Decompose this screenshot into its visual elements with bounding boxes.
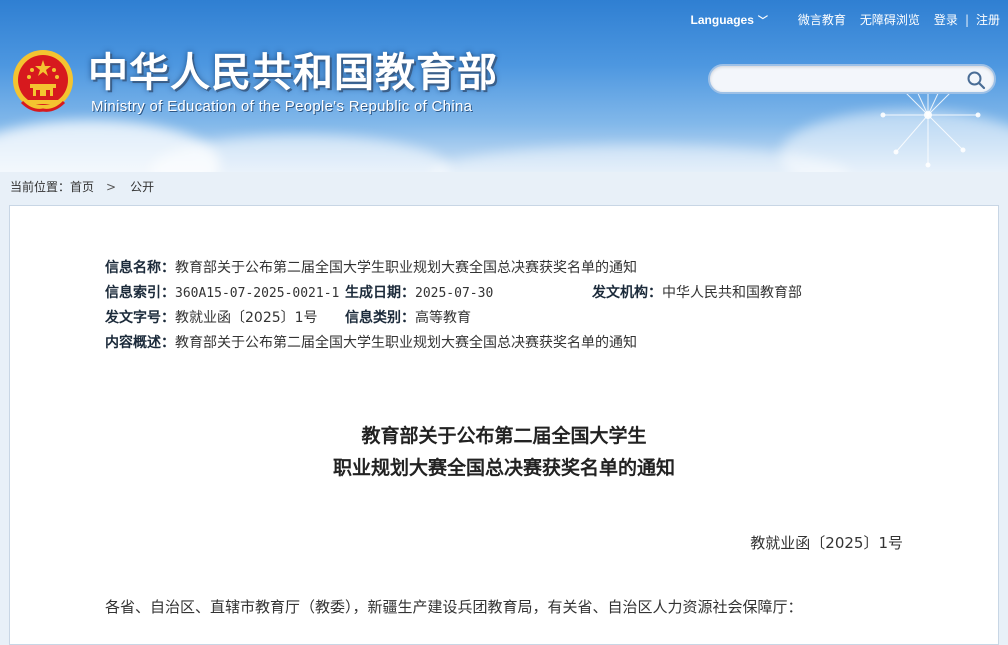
login-link[interactable]: 登录	[934, 11, 958, 28]
top-links-bar: Languages ﹀ 微言教育 无障碍浏览 登录 | 注册	[691, 11, 1000, 28]
meta-index-value: 360A15-07-2025-0021-1	[175, 286, 340, 301]
meta-issuer-value: 中华人民共和国教育部	[662, 285, 802, 301]
wechat-link[interactable]: 微言教育	[798, 11, 846, 28]
meta-name-label: 信息名称：	[105, 260, 175, 276]
document-title-line1: 教育部关于公布第二届全国大学生	[361, 425, 647, 447]
breadcrumb-current[interactable]: 公开	[130, 178, 154, 195]
search-input[interactable]	[722, 70, 966, 92]
site-subtitle: Ministry of Education of the People's Re…	[91, 98, 473, 115]
meta-date-label: 生成日期：	[345, 285, 415, 301]
meta-index-label: 信息索引：	[105, 285, 175, 301]
meta-issuer-label: 发文机构：	[592, 285, 662, 301]
meta-category-label: 信息类别：	[345, 310, 415, 326]
languages-dropdown[interactable]: Languages ﹀	[690, 12, 768, 28]
document-number: 教就业函〔2025〕1号	[750, 534, 903, 552]
document-panel: 信息名称：教育部关于公布第二届全国大学生职业规划大赛全国总决赛获奖名单的通知 信…	[9, 205, 999, 645]
meta-summary-label: 内容概述：	[105, 335, 175, 351]
document-title: 教育部关于公布第二届全国大学生 职业规划大赛全国总决赛获奖名单的通知	[10, 420, 998, 484]
document-salutation: 各省、自治区、直辖市教育厅（教委），新疆生产建设兵团教育局，有关省、自治区人力资…	[105, 598, 803, 616]
meta-docno-label: 发文字号：	[105, 310, 175, 326]
national-emblem-icon	[13, 50, 73, 112]
site-header: 中华人民共和国教育部 Ministry of Education of the …	[0, 0, 1008, 172]
search-box	[708, 64, 996, 94]
languages-label: Languages	[690, 12, 754, 27]
breadcrumb: 当前位置： 首页 > 公开	[10, 178, 154, 195]
meta-category-value: 高等教育	[415, 310, 471, 326]
breadcrumb-prefix: 当前位置：	[10, 180, 71, 194]
document-title-line2: 职业规划大赛全国总决赛获奖名单的通知	[332, 457, 675, 479]
chevron-right-icon: >	[106, 179, 117, 194]
link-separator: |	[964, 12, 969, 27]
meta-summary-value: 教育部关于公布第二届全国大学生职业规划大赛全国总决赛获奖名单的通知	[175, 335, 637, 351]
meta-docno-value: 教就业函〔2025〕1号	[175, 310, 318, 326]
breadcrumb-home-link[interactable]: 首页	[70, 178, 94, 195]
accessibility-link[interactable]: 无障碍浏览	[860, 11, 920, 28]
meta-date-value: 2025-07-30	[415, 286, 494, 301]
chevron-down-icon: ﹀	[757, 16, 768, 27]
meta-name-value: 教育部关于公布第二届全国大学生职业规划大赛全国总决赛获奖名单的通知	[175, 260, 637, 276]
register-link[interactable]: 注册	[976, 11, 1000, 28]
search-icon[interactable]	[966, 70, 986, 90]
site-title: 中华人民共和国教育部	[88, 50, 498, 96]
